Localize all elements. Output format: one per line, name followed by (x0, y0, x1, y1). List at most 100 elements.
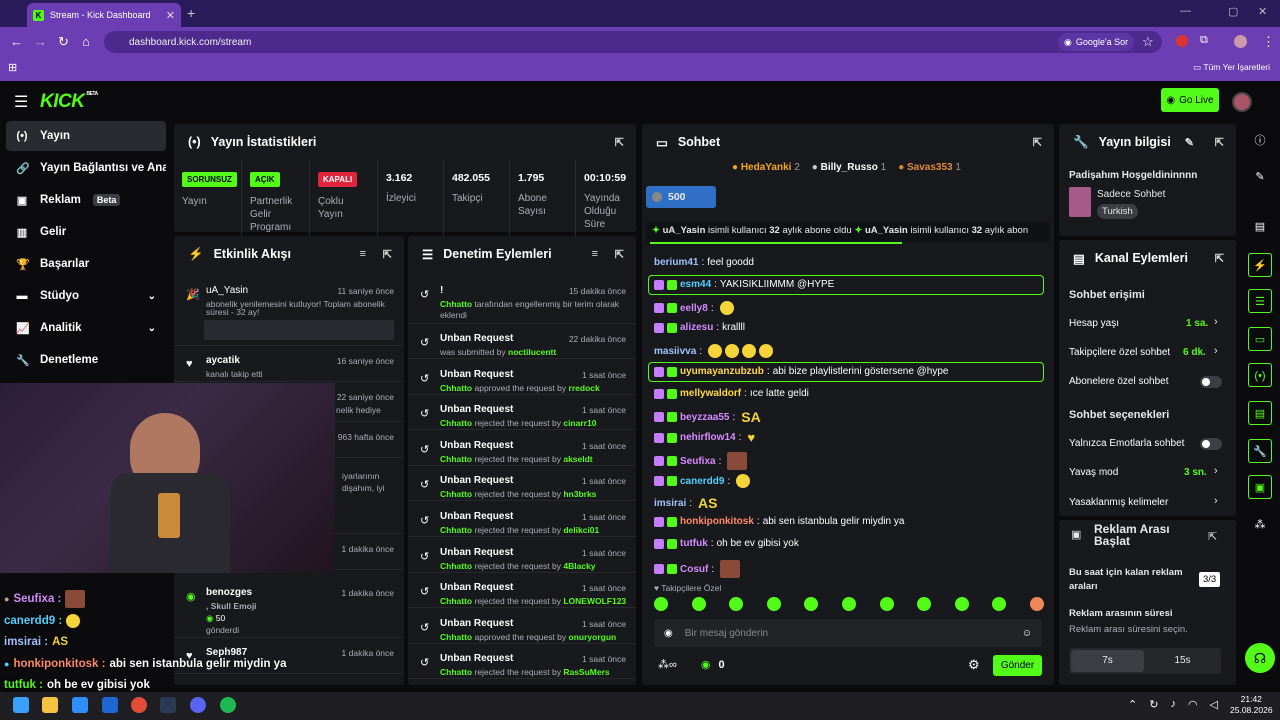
moderation-row[interactable]: ↺ Unban Request 1 saat önce Chhatto rejecte… (408, 502, 636, 537)
moderation-row[interactable]: ↺ Unban Request 1 saat önce Chhatto rejecte… (408, 573, 636, 609)
profile-avatar-icon[interactable] (1234, 35, 1247, 48)
moderation-row[interactable]: ↺ Unban Request 1 saat önce Chhatto approve… (408, 360, 636, 395)
sidebar-item-moderation[interactable]: 🔧 Denetleme (6, 345, 166, 375)
chat-username[interactable]: Cosuf (680, 564, 708, 575)
edit-icon[interactable]: ✎ (1248, 165, 1272, 189)
popout-icon[interactable]: ⇱ (1215, 136, 1224, 149)
home-icon[interactable]: ⌂ (82, 34, 90, 49)
popout-icon[interactable]: ⇱ (1215, 252, 1224, 265)
chat-message[interactable]: canerdd9: (654, 474, 751, 488)
chat-message[interactable]: uyumayanzubzub: abi bize playlistlerini g… (654, 366, 949, 377)
emote[interactable] (804, 597, 819, 611)
emote[interactable] (879, 597, 894, 611)
go-live-button[interactable]: ◉ Go Live (1161, 88, 1219, 112)
banned-words-label[interactable]: Yasaklanmış kelimeler (1069, 497, 1168, 508)
sidebar-item-studio[interactable]: ▬ Stüdyo ⌄ (6, 281, 166, 311)
moderation-row[interactable]: ↺! 15 dakika önce Chhatto tarafından engel… (408, 276, 636, 324)
sidebar-item-stream-key[interactable]: 🔗Yayın Bağlantısı ve Anahtarı (6, 153, 166, 183)
chat-message[interactable]: Seufixa: (654, 452, 748, 470)
edit-icon[interactable]: ✎ (1185, 136, 1194, 149)
moderation-toggle-icon[interactable]: ☰ (1248, 289, 1272, 313)
popout-icon[interactable]: ⇱ (1033, 136, 1042, 149)
emote[interactable] (691, 597, 706, 611)
activity-toggle-icon[interactable]: ⚡ (1248, 253, 1272, 277)
chat-username[interactable]: berium41 (654, 257, 698, 268)
subs-only-toggle[interactable] (1200, 376, 1222, 388)
all-bookmarks[interactable]: ▭ Tüm Yer İşaretleri (1193, 62, 1270, 73)
panel-toggle-icon[interactable]: ▤ (1248, 215, 1272, 239)
chat-message[interactable]: tutfuk: oh be ev gibisi yok (654, 538, 799, 549)
followers-only-label[interactable]: Takipçilere özel sohbet (1069, 347, 1170, 358)
chat-message[interactable]: mellywaldorf: ıce latte geldi (654, 388, 809, 399)
maximize-icon[interactable]: ▢ (1228, 5, 1238, 18)
emote-only-toggle[interactable] (1200, 438, 1222, 450)
steam-icon[interactable] (160, 697, 176, 713)
store-icon[interactable] (72, 697, 88, 713)
moderation-row[interactable]: ↺ Unban Request 1 saat önce Chhatto rejecte… (408, 395, 636, 431)
popout-icon[interactable]: ⇱ (1208, 530, 1217, 543)
kick-logo[interactable]: KICK BETA (40, 91, 98, 113)
file-explorer-icon[interactable] (42, 697, 58, 713)
chat-username[interactable]: beyzzaa55 (680, 412, 729, 423)
chevron-right-icon[interactable]: › (1214, 345, 1218, 357)
apps-grid-icon[interactable]: ⊞ (8, 61, 17, 74)
emote[interactable] (654, 597, 668, 611)
moderation-row[interactable]: ↺ Unban Request 1 saat önce Chhatto rejecte… (408, 431, 636, 466)
moderation-row[interactable]: ↺ Unban Request 1 saat önce Chhatto rejecte… (408, 466, 636, 502)
close-tab-icon[interactable]: ✕ (166, 9, 175, 22)
chat-username[interactable]: canerdd9 (680, 476, 724, 487)
discord-icon[interactable] (190, 697, 206, 713)
filter-icon[interactable]: ≡ (592, 248, 598, 260)
moderation-row[interactable]: ↺ Unban Request 1 saat önce Chhatto rejecte… (408, 538, 636, 573)
moderation-row[interactable]: ↺ Unban Request 1 saat önce Chhatto approve… (408, 609, 636, 644)
chat-message[interactable]: imsirai: AS (654, 495, 717, 511)
duration-7s[interactable]: 7s (1071, 650, 1144, 672)
chevron-right-icon[interactable]: › (1214, 316, 1218, 328)
chat-username[interactable]: masiivva (654, 346, 696, 357)
minimize-icon[interactable]: — (1180, 5, 1191, 17)
reload-icon[interactable]: ↻ (58, 34, 69, 50)
info-icon[interactable]: ⓘ (1248, 129, 1272, 153)
chat-message[interactable]: esm44: YAKISIKLIIMMM @HYPE (654, 279, 834, 290)
chat-username[interactable]: Seufixa (680, 456, 716, 467)
forward-icon[interactable]: → (34, 34, 47, 49)
goal-progress[interactable]: 500 (646, 186, 716, 208)
emote[interactable] (1029, 597, 1044, 611)
chat-message[interactable]: eelly8: (654, 301, 734, 315)
chat-toggle-icon[interactable]: ▭ (1248, 327, 1272, 351)
emote[interactable] (766, 597, 781, 611)
clock[interactable]: 21:42 25.08.2026 (1230, 694, 1273, 716)
user-avatar[interactable] (1232, 92, 1252, 112)
spotify-icon[interactable] (220, 697, 236, 713)
windows-start-icon[interactable] (13, 697, 29, 713)
browser-tab[interactable]: K Stream - Kick Dashboard ✕ (27, 3, 181, 27)
menu-dots-icon[interactable]: ⋮ (1262, 34, 1275, 50)
emote[interactable] (841, 597, 856, 611)
duration-15s[interactable]: 15s (1146, 650, 1219, 672)
sidebar-item-ads[interactable]: ▣ Reklam Beta (6, 185, 166, 215)
chat-username[interactable]: nehirflow14 (680, 432, 736, 443)
emote[interactable] (917, 597, 932, 611)
chat-username[interactable]: uyumayanzubzub (680, 366, 764, 377)
send-button[interactable]: Gönder (993, 655, 1042, 676)
emote[interactable] (954, 597, 969, 611)
system-tray[interactable]: ⌃ ↻ ♪ ◠ ◁ (1128, 698, 1218, 711)
chat-input[interactable]: ◉ Bir mesaj gönderin ☺ (654, 619, 1042, 647)
sidebar-item-yayin[interactable]: (•) Yayın (6, 121, 166, 151)
support-headset-icon[interactable]: ☊ (1245, 643, 1275, 673)
close-window-icon[interactable]: ✕ (1258, 5, 1267, 18)
chevron-right-icon[interactable]: › (1214, 465, 1218, 477)
sidebar-item-analytics[interactable]: 📈 Analitik ⌄ (6, 313, 166, 343)
emote[interactable] (729, 597, 744, 611)
chevron-right-icon[interactable]: › (1214, 495, 1218, 507)
channel-toggle-icon[interactable]: ▤ (1248, 401, 1272, 425)
star-icon[interactable]: ☆ (1142, 34, 1154, 50)
chrome-icon[interactable] (131, 697, 147, 713)
emote[interactable] (992, 597, 1007, 611)
extensions-puzzle-icon[interactable]: ⧉ (1200, 34, 1208, 47)
share-icon[interactable]: ⁂ (1248, 513, 1272, 537)
chat-message[interactable]: Cosuf: (654, 560, 741, 578)
chat-username[interactable]: imsirai (654, 498, 686, 509)
emoji-icon[interactable]: ☺ (1022, 628, 1032, 639)
sidebar-item-revenue[interactable]: ▥ Gelir (6, 217, 166, 247)
